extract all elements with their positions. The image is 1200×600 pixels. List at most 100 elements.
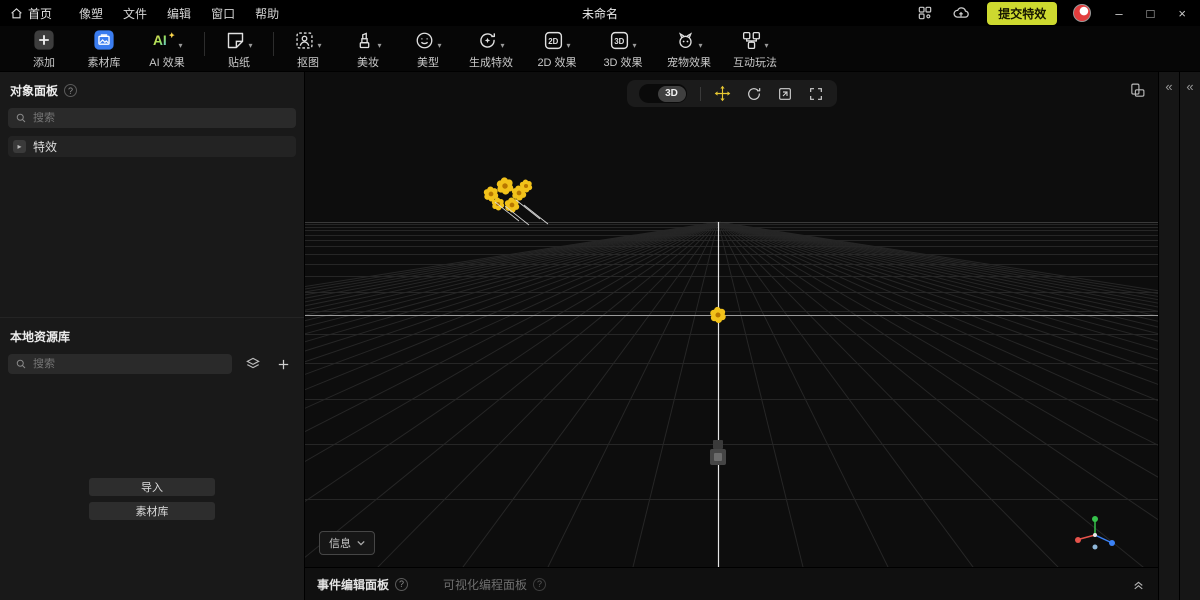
fit-view-button[interactable] xyxy=(807,85,825,103)
chevron-down-icon: ▾ xyxy=(698,42,702,51)
maximize-button[interactable]: □ xyxy=(1147,7,1155,20)
menu-file[interactable]: 文件 xyxy=(114,2,156,25)
collapsed-panel-2[interactable]: « xyxy=(1179,72,1200,600)
titlebar-menus: 首页 像塑 文件 编辑 窗口 帮助 xyxy=(0,2,288,25)
plus-icon xyxy=(33,29,55,51)
toolbar-divider xyxy=(273,32,274,56)
local-library-header: 本地资源库 xyxy=(0,318,304,354)
object-search-input[interactable] xyxy=(33,112,289,124)
toolbar-item-label: 贴纸 xyxy=(228,54,250,70)
tree-item-effect[interactable]: ▸ 特效 xyxy=(8,136,296,157)
svg-text:3D: 3D xyxy=(615,37,625,46)
collapse-left-icon[interactable]: « xyxy=(1186,80,1193,600)
sticker-icon xyxy=(225,30,246,51)
rotate-screen-icon xyxy=(1129,82,1146,99)
effect-2d-icon: 2D xyxy=(543,30,564,51)
rotate-screen-button[interactable] xyxy=(1129,82,1146,104)
event-panel-tab[interactable]: 事件编辑面板 ? xyxy=(317,576,408,593)
toolbar-item-face-reshape[interactable]: ▾ 美型 xyxy=(398,28,458,70)
search-icon xyxy=(15,112,27,124)
pet-effect-icon xyxy=(675,30,696,51)
move-tool-icon xyxy=(714,85,731,102)
toolbar-item-generate-effect[interactable]: ▾ 生成特效 xyxy=(458,28,524,70)
collapsed-panel-1[interactable]: « xyxy=(1158,72,1179,600)
toolbar-item-pet-effect[interactable]: ▾ 宠物效果 xyxy=(656,28,722,70)
move-tool-button[interactable] xyxy=(714,85,732,103)
info-button-label: 信息 xyxy=(329,535,351,551)
toolbar-item-label: 美型 xyxy=(417,54,439,70)
chevron-down-icon: ▾ xyxy=(248,42,252,51)
local-library-search-row xyxy=(0,354,292,374)
scale-tool-icon xyxy=(777,86,793,102)
chevron-down-icon: ▾ xyxy=(377,42,381,51)
scale-tool-button[interactable] xyxy=(776,85,794,103)
submit-effect-button[interactable]: 提交特效 xyxy=(987,2,1057,25)
visual-programming-panel-label: 可视化编程面板 xyxy=(443,576,527,593)
home-button[interactable]: 首页 xyxy=(10,5,52,22)
upload-button[interactable] xyxy=(951,3,971,23)
collapse-left-icon[interactable]: « xyxy=(1165,80,1172,600)
menu-xiangsu[interactable]: 像塑 xyxy=(70,2,112,25)
help-icon[interactable]: ? xyxy=(395,578,408,591)
apps-grid-icon xyxy=(917,5,933,21)
toolbar-item-label: AI 效果 xyxy=(149,54,184,70)
local-library-title: 本地资源库 xyxy=(10,328,70,345)
face-reshape-icon xyxy=(414,30,435,51)
info-button[interactable]: 信息 xyxy=(319,531,375,555)
toolbar-item-label: 2D 效果 xyxy=(537,54,576,70)
layers-sort-button[interactable] xyxy=(244,355,262,373)
toolbar-item-2d-effect[interactable]: 2D ▾ 2D 效果 xyxy=(524,28,590,70)
main-toolbar: 添加 素材库 AI ▾ AI 效果 ▾ 贴纸 ▾ 抠图 xyxy=(0,26,1200,72)
left-sidebar: 对象面板 ? ▸ 特效 本地资源库 xyxy=(0,72,305,600)
apps-grid-button[interactable] xyxy=(915,3,935,23)
interactive-play-icon xyxy=(741,30,762,51)
menu-edit[interactable]: 编辑 xyxy=(158,2,200,25)
generate-effect-icon xyxy=(477,30,498,51)
help-icon[interactable]: ? xyxy=(533,578,546,591)
add-resource-button[interactable] xyxy=(274,355,292,373)
menu-help[interactable]: 帮助 xyxy=(246,2,288,25)
toolbar-item-material-library[interactable]: 素材库 xyxy=(74,28,134,70)
event-panel-label: 事件编辑面板 xyxy=(317,576,389,593)
toolbar-item-ai-effects[interactable]: AI ▾ AI 效果 xyxy=(134,28,200,70)
chevron-down-icon: ▾ xyxy=(437,42,441,51)
object-search-box xyxy=(8,108,296,128)
chevron-down-icon: ▾ xyxy=(178,42,182,51)
toolbar-item-label: 3D 效果 xyxy=(603,54,642,70)
effect-3d-icon: 3D xyxy=(609,30,630,51)
toolbar-item-3d-effect[interactable]: 3D ▾ 3D 效果 xyxy=(590,28,656,70)
viewport-3d[interactable]: 3D 信息 xyxy=(305,72,1158,567)
toolbar-item-add[interactable]: 添加 xyxy=(14,28,74,70)
toolbar-item-interactive-play[interactable]: ▾ 互动玩法 xyxy=(722,28,788,70)
chevron-right-icon[interactable]: ▸ xyxy=(13,140,26,153)
object-panel-title: 对象面板 xyxy=(10,82,58,99)
toolbar-item-makeup[interactable]: ▾ 美妆 xyxy=(338,28,398,70)
makeup-icon xyxy=(354,30,375,51)
avatar[interactable] xyxy=(1073,4,1091,22)
menu-window[interactable]: 窗口 xyxy=(202,2,244,25)
collapse-up-button[interactable] xyxy=(1131,577,1146,592)
close-button[interactable]: × xyxy=(1178,7,1186,20)
rotate-tool-button[interactable] xyxy=(745,85,763,103)
import-button[interactable]: 导入 xyxy=(89,478,215,496)
layers-icon xyxy=(245,356,261,372)
toolbar-item-sticker[interactable]: ▾ 贴纸 xyxy=(209,28,269,70)
app-window: 首页 像塑 文件 编辑 窗口 帮助 未命名 提交特效 – □ × xyxy=(0,0,1200,600)
help-icon[interactable]: ? xyxy=(64,84,77,97)
object-panel-header: 对象面板 ? xyxy=(0,72,304,108)
chevron-down-icon: ▾ xyxy=(500,42,504,51)
chevron-down-icon: ▾ xyxy=(566,42,570,51)
home-label: 首页 xyxy=(28,5,52,22)
chevron-down-icon: ▾ xyxy=(764,42,768,51)
rotate-tool-icon xyxy=(746,86,762,102)
chevron-down-icon: ▾ xyxy=(317,42,321,51)
mode-toggle-3d[interactable]: 3D xyxy=(639,84,687,103)
toolbar-item-label: 生成特效 xyxy=(469,54,513,70)
minimize-button[interactable]: – xyxy=(1115,7,1122,20)
resource-search-input[interactable] xyxy=(33,358,225,370)
material-library-button[interactable]: 素材库 xyxy=(89,502,215,520)
visual-programming-panel-tab[interactable]: 可视化编程面板 ? xyxy=(443,576,546,593)
toolbar-item-matting[interactable]: ▾ 抠图 xyxy=(278,28,338,70)
chevron-down-icon: ▾ xyxy=(632,42,636,51)
titlebar-actions: 提交特效 – □ × xyxy=(915,2,1200,25)
